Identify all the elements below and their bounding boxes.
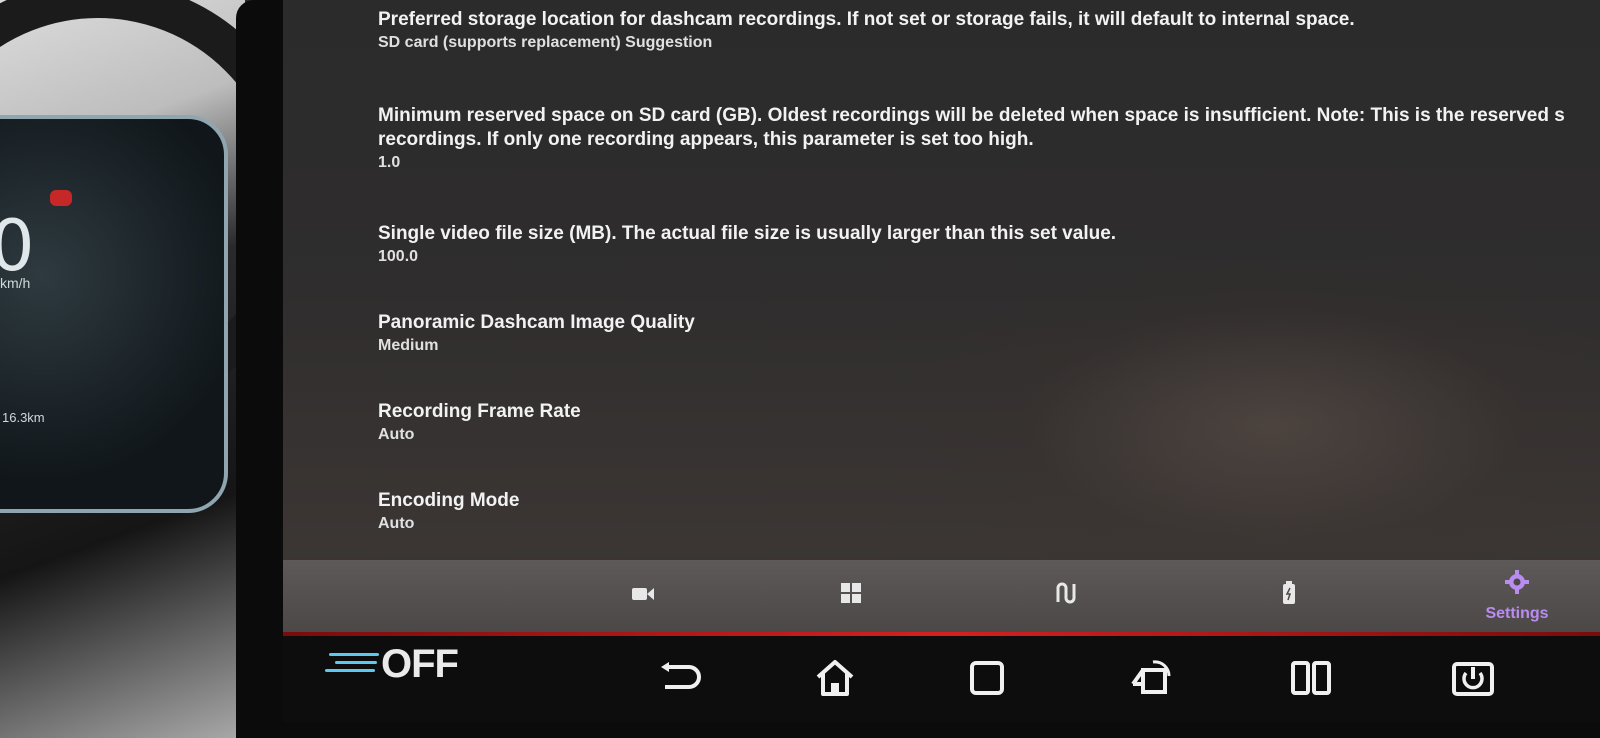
mode-multiview[interactable] [811, 560, 891, 632]
back-button[interactable] [653, 650, 709, 706]
instrument-cluster [0, 115, 228, 513]
setting-title: Encoding Mode [378, 490, 520, 511]
car-dashboard: 0 km/h 16.3km [0, 0, 245, 738]
setting-title: Minimum reserved space on SD card (GB). … [378, 105, 1565, 150]
speed-unit: km/h [0, 275, 31, 291]
setting-frame-rate[interactable]: Recording Frame Rate Auto [378, 400, 1598, 446]
setting-value: 100.0 [378, 248, 419, 265]
setting-storage-location[interactable]: Preferred storage location for dashcam r… [378, 8, 1598, 54]
system-nav-bar: OFF [283, 636, 1600, 722]
setting-encoding-mode[interactable]: Encoding Mode Auto [378, 489, 1598, 535]
mode-track[interactable] [1027, 560, 1107, 632]
mode-bar: Settings [283, 560, 1600, 632]
setting-title: Panoramic Dashcam Image Quality [378, 312, 695, 333]
back-icon [659, 661, 703, 695]
gear-icon [1504, 569, 1530, 601]
settings-tab-label: Settings [1485, 605, 1549, 622]
setting-image-quality[interactable]: Panoramic Dashcam Image Quality Medium [378, 311, 1598, 357]
swoosh-icon [321, 645, 379, 685]
head-unit-screen: Preferred storage location for dashcam r… [283, 0, 1600, 722]
mode-settings[interactable]: Settings [1477, 560, 1557, 632]
screenshot-button[interactable] [1123, 650, 1179, 706]
home-button[interactable] [807, 650, 863, 706]
split-screen-icon [1290, 660, 1332, 696]
setting-value: Medium [378, 337, 439, 354]
recents-icon [969, 660, 1005, 696]
setting-value: SD card (supports replacement) Suggestio… [378, 34, 713, 51]
setting-value: 1.0 [378, 154, 401, 171]
setting-title: Preferred storage location for dashcam r… [378, 9, 1355, 30]
battery-icon [1282, 581, 1296, 611]
route-icon [1055, 582, 1079, 610]
odometer: 16.3km [2, 410, 45, 425]
setting-title: Recording Frame Rate [378, 401, 581, 422]
photo-scene: 0 km/h 16.3km Preferred storage location… [0, 0, 1600, 738]
setting-value: Auto [378, 515, 415, 532]
screenshot-icon [1129, 658, 1173, 698]
setting-title: Single video file size (MB). The actual … [378, 223, 1117, 244]
home-icon [814, 659, 856, 697]
power-button[interactable] [1445, 650, 1501, 706]
power-icon [1451, 659, 1495, 697]
recents-button[interactable] [959, 650, 1015, 706]
video-camera-icon [631, 584, 655, 609]
setting-file-size[interactable]: Single video file size (MB). The actual … [378, 222, 1598, 268]
setting-value: Auto [378, 426, 415, 443]
off-logo-button[interactable]: OFF [321, 642, 459, 687]
off-logo-text: OFF [381, 642, 459, 686]
warning-light-icon [50, 190, 72, 206]
mode-record[interactable] [603, 560, 683, 632]
split-screen-button[interactable] [1283, 650, 1339, 706]
grid-icon [840, 582, 862, 610]
mode-power-monitor[interactable] [1249, 560, 1329, 632]
setting-reserved-space[interactable]: Minimum reserved space on SD card (GB). … [378, 104, 1598, 174]
